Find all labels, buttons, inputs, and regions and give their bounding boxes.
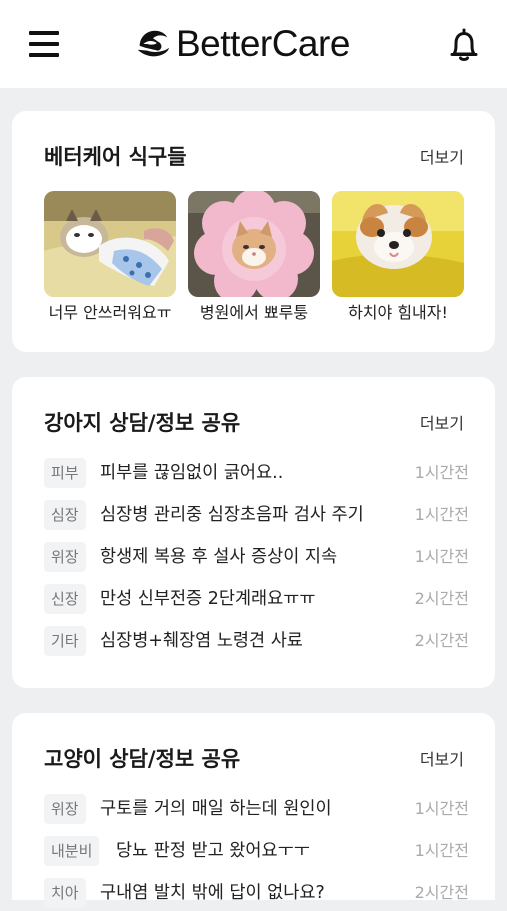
post-category-tag: 피부	[44, 458, 86, 488]
family-card: 베터케어 식구들 더보기 너무 안쓰러워요ㅠ 병원에서 뾰루퉁 하치야 힘내자!	[12, 111, 495, 352]
post-title: 심장병 관리중 심장초음파 검사 주기	[100, 505, 364, 525]
cat-board-title: 고양이 상담/정보 공유	[44, 747, 241, 771]
post-category-tag: 기타	[44, 626, 86, 656]
post-title: 피부를 끊임없이 긁어요..	[100, 463, 284, 483]
brand-name: BetterCare	[176, 23, 350, 64]
cat-board-more-link[interactable]: 더보기	[420, 746, 464, 770]
post-time: 1시간전	[414, 463, 469, 482]
dog-board-more-link[interactable]: 더보기	[420, 410, 464, 434]
post-category-tag: 치아	[44, 878, 86, 908]
post-time: 2시간전	[414, 631, 469, 650]
post-title: 심장병+췌장염 노령견 사료	[100, 631, 303, 651]
post-category-tag: 위장	[44, 794, 86, 824]
notification-bell-icon[interactable]	[448, 27, 480, 63]
family-photo-cone-cat[interactable]	[188, 191, 320, 297]
post-time: 1시간전	[414, 799, 469, 818]
dog-board-title: 강아지 상담/정보 공유	[44, 411, 241, 435]
dog-post-row[interactable]: 신장 만성 신부전증 2단계래요ㅠㅠ 2시간전	[44, 581, 469, 617]
dog-post-row[interactable]: 심장 심장병 관리중 심장초음파 검사 주기 1시간전	[44, 497, 469, 533]
brand-logo-group[interactable]: BetterCare	[134, 22, 350, 66]
post-title: 구내염 발치 밖에 답이 없나요?	[100, 883, 325, 903]
dog-post-row[interactable]: 기타 심장병+췌장염 노령견 사료 2시간전	[44, 623, 469, 659]
app-header: BetterCare	[0, 0, 507, 88]
post-category-tag: 내분비	[44, 836, 100, 866]
family-more-link[interactable]: 더보기	[420, 144, 464, 168]
post-title: 항생제 복용 후 설사 증상이 지속	[100, 547, 338, 567]
post-title: 만성 신부전증 2단계래요ㅠㅠ	[100, 589, 316, 609]
cat-cone-photo	[188, 191, 320, 297]
post-time: 2시간전	[414, 883, 469, 902]
family-caption-3: 하치야 힘내자!	[348, 303, 448, 322]
post-time: 2시간전	[414, 589, 469, 608]
cat-bandaged-photo	[44, 191, 176, 297]
cat-post-row[interactable]: 위장 구토를 거의 매일 하는데 원인이 1시간전	[44, 791, 469, 827]
hamburger-menu-icon[interactable]	[29, 31, 59, 57]
dog-board-card: 강아지 상담/정보 공유 더보기 피부 피부를 끊임없이 긁어요.. 1시간전 …	[12, 377, 495, 688]
post-title: 구토를 거의 매일 하는데 원인이	[100, 799, 332, 819]
cat-post-row[interactable]: 치아 구내염 발치 밖에 답이 없나요? 2시간전	[44, 875, 469, 911]
family-photo-dog[interactable]	[332, 191, 464, 297]
pomeranian-photo	[332, 191, 464, 297]
family-title: 베터케어 식구들	[44, 145, 187, 169]
post-title: 당뇨 판정 받고 왔어요ㅜㅜ	[116, 841, 310, 861]
post-time: 1시간전	[414, 505, 469, 524]
post-category-tag: 위장	[44, 542, 86, 572]
post-category-tag: 신장	[44, 584, 86, 614]
post-time: 1시간전	[414, 841, 469, 860]
post-time: 1시간전	[414, 547, 469, 566]
family-caption-2: 병원에서 뾰루퉁	[199, 303, 309, 322]
dog-post-row[interactable]: 위장 항생제 복용 후 설사 증상이 지속 1시간전	[44, 539, 469, 575]
post-category-tag: 심장	[44, 500, 86, 530]
bettercare-logo-icon	[137, 30, 170, 57]
family-caption-1: 너무 안쓰러워요ㅠ	[48, 303, 172, 322]
dog-post-row[interactable]: 피부 피부를 끊임없이 긁어요.. 1시간전	[44, 455, 469, 491]
cat-post-row[interactable]: 내분비 당뇨 판정 받고 왔어요ㅜㅜ 1시간전	[44, 833, 469, 869]
family-photo-cat[interactable]	[44, 191, 176, 297]
cat-board-card: 고양이 상담/정보 공유 더보기 위장 구토를 거의 매일 하는데 원인이 1시…	[12, 713, 495, 908]
